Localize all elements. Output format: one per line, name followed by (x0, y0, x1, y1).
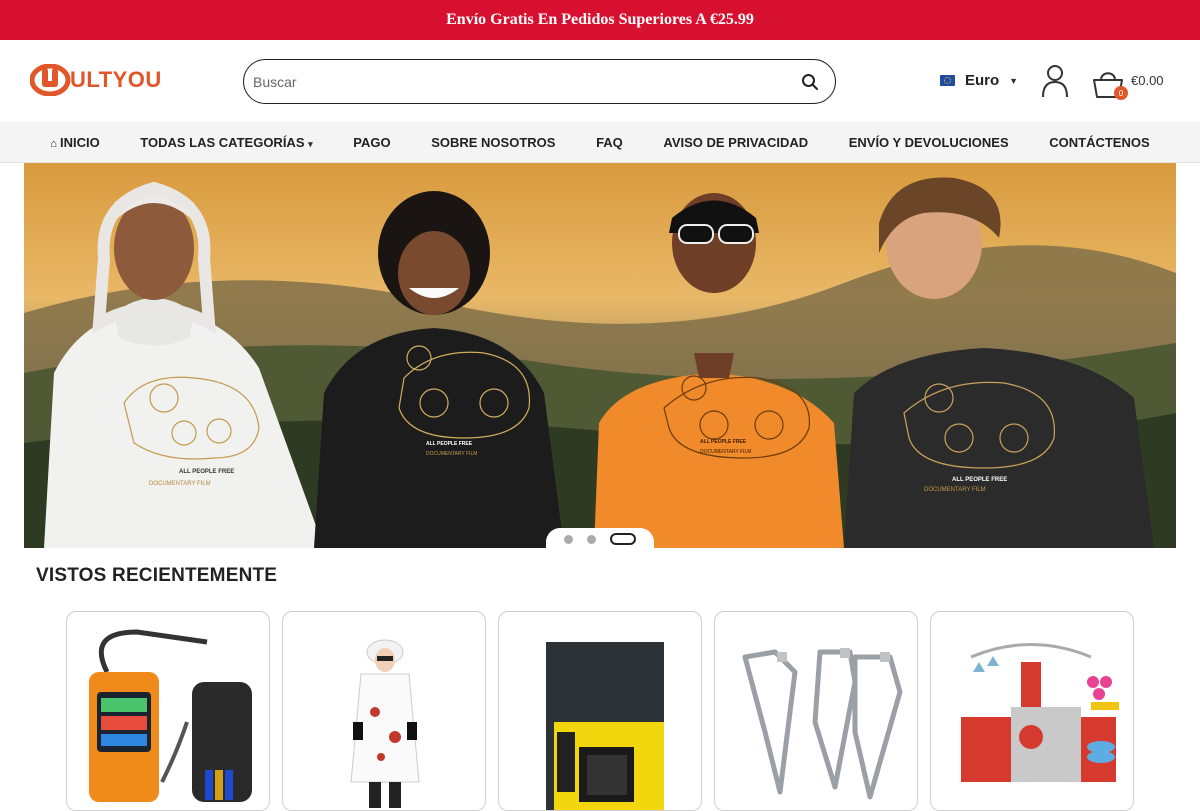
nav-item-privacidad[interactable]: AVISO DE PRIVACIDAD (663, 135, 808, 150)
nav-item-faq[interactable]: FAQ (596, 135, 623, 150)
svg-text:DOCUMENTARY FILM: DOCUMENTARY FILM (924, 487, 986, 493)
promo-banner: Envío Gratis En Pedidos Superiores A €25… (0, 0, 1200, 40)
site-logo[interactable]: ULTYOU (30, 62, 162, 98)
carousel-dot-2[interactable] (587, 534, 596, 544)
home-icon: ⌂ (50, 137, 57, 150)
logo-mark-icon (30, 64, 71, 96)
product-card[interactable] (498, 611, 702, 811)
product-card[interactable] (66, 611, 270, 811)
carousel-dots (546, 528, 654, 550)
product-card[interactable] (714, 611, 918, 811)
cart-total[interactable]: €0.00 (1131, 73, 1164, 88)
svg-text:DOCUMENTARY FILM: DOCUMENTARY FILM (426, 451, 477, 457)
nav-item-inicio[interactable]: ⌂ INICIO (50, 135, 99, 150)
main-nav: ⌂ INICIO TODAS LAS CATEGORÍAS ▾ PAGO SOBR… (0, 122, 1200, 163)
hero-banner[interactable]: ALL PEOPLE FREE DOCUMENTARY FILM ALL PEO… (24, 163, 1176, 548)
nav-item-sobre-nosotros[interactable]: SOBRE NOSOTROS (431, 135, 555, 150)
carousel-dot-3[interactable] (610, 533, 636, 545)
nav-item-categorias[interactable]: TODAS LAS CATEGORÍAS ▾ (140, 135, 312, 150)
logo-text: ULTYOU (70, 67, 162, 92)
toy-kitchen-playset-image (961, 643, 1119, 782)
site-header: ULTYOU Euro ▼ 0 €0.00 (0, 40, 1200, 122)
product-card[interactable] (930, 611, 1134, 811)
product-card[interactable] (282, 611, 486, 811)
nav-item-pago[interactable]: PAGO (353, 135, 390, 150)
promo-text: Envío Gratis En Pedidos Superiores A €25… (446, 11, 754, 28)
hero-image: ALL PEOPLE FREE DOCUMENTARY FILM ALL PEO… (24, 163, 1176, 548)
svg-text:ALL PEOPLE FREE: ALL PEOPLE FREE (952, 477, 1007, 483)
chevron-down-icon: ▼ (1009, 75, 1019, 86)
recently-viewed-list (66, 611, 1136, 811)
eu-flag-icon (940, 75, 955, 86)
section-title: VISTOS RECIENTEMENTE (36, 565, 278, 586)
cart-count-badge: 0 (1114, 86, 1128, 100)
nav-item-envio[interactable]: ENVÍO Y DEVOLUCIONES (849, 135, 1009, 150)
account-icon[interactable] (1040, 64, 1070, 98)
search-button[interactable] (799, 71, 821, 93)
nav-item-contacto[interactable]: CONTÁCTENOS (1049, 135, 1149, 150)
gas-leak-detector-image (89, 629, 252, 802)
mad-scientist-costume-image (350, 639, 420, 808)
search-icon (802, 73, 818, 90)
svg-text:ALL PEOPLE FREE: ALL PEOPLE FREE (426, 441, 473, 447)
search-bar (243, 59, 836, 104)
search-input[interactable] (253, 73, 799, 90)
svg-text:DOCUMENTARY FILM: DOCUMENTARY FILM (700, 449, 751, 455)
currency-selector[interactable]: Euro ▼ (940, 72, 1018, 89)
currency-label: Euro (965, 72, 1000, 89)
chevron-down-icon: ▾ (308, 138, 313, 149)
svg-text:DOCUMENTARY FILM: DOCUMENTARY FILM (149, 481, 211, 487)
carousel-dot-1[interactable] (564, 534, 573, 544)
svg-text:ALL PEOPLE FREE: ALL PEOPLE FREE (700, 439, 747, 445)
metal-bracket-set-image (742, 648, 903, 800)
black-document-folder-image (546, 642, 664, 810)
svg-text:ALL PEOPLE FREE: ALL PEOPLE FREE (179, 469, 234, 475)
